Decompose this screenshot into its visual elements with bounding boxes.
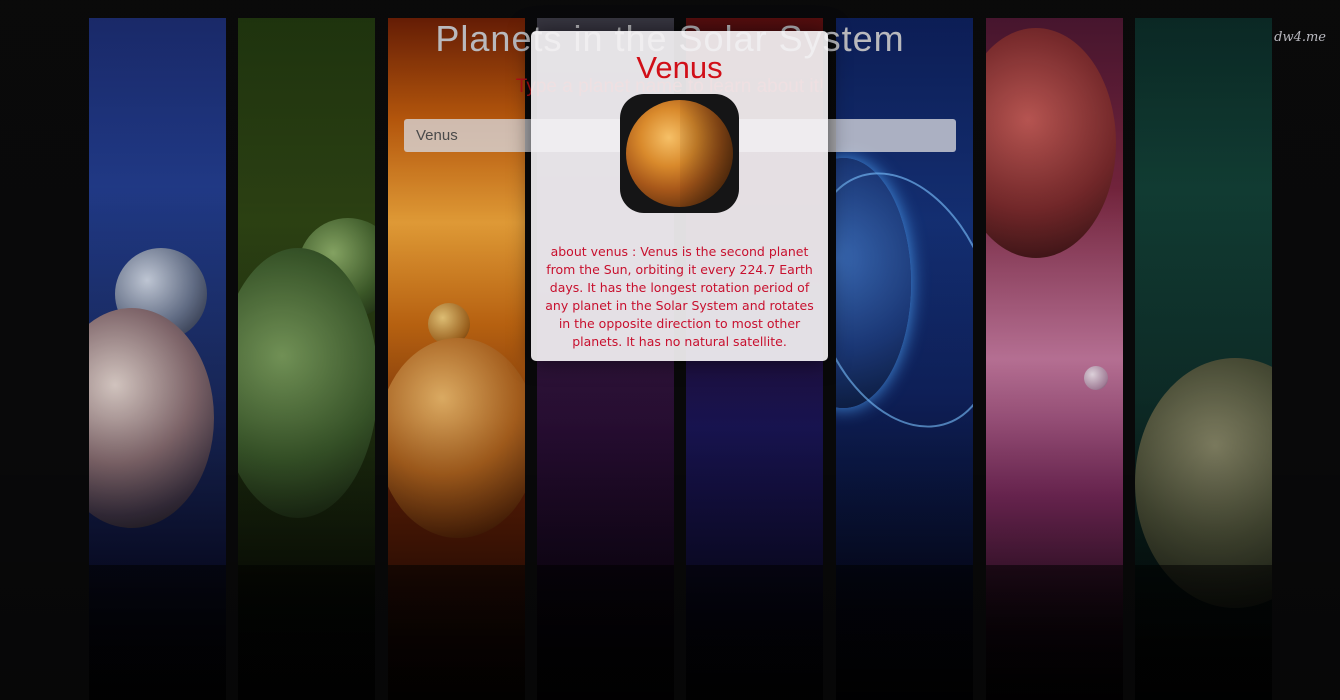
planet-panel-7 [986,18,1123,700]
planet-panel-2 [238,18,375,700]
modal-title: Venus [636,50,723,85]
planet-panel-1 [89,18,226,700]
planet-description: about venus : Venus is the second planet… [545,244,814,349]
watermark-logo: dw4.me [1274,30,1326,45]
venus-planet-image [620,94,739,213]
venus-orb-icon [626,100,733,207]
planet-panel-8 [1135,18,1272,700]
planet-info-modal: Venus about venus : Venus is the second … [531,31,828,361]
